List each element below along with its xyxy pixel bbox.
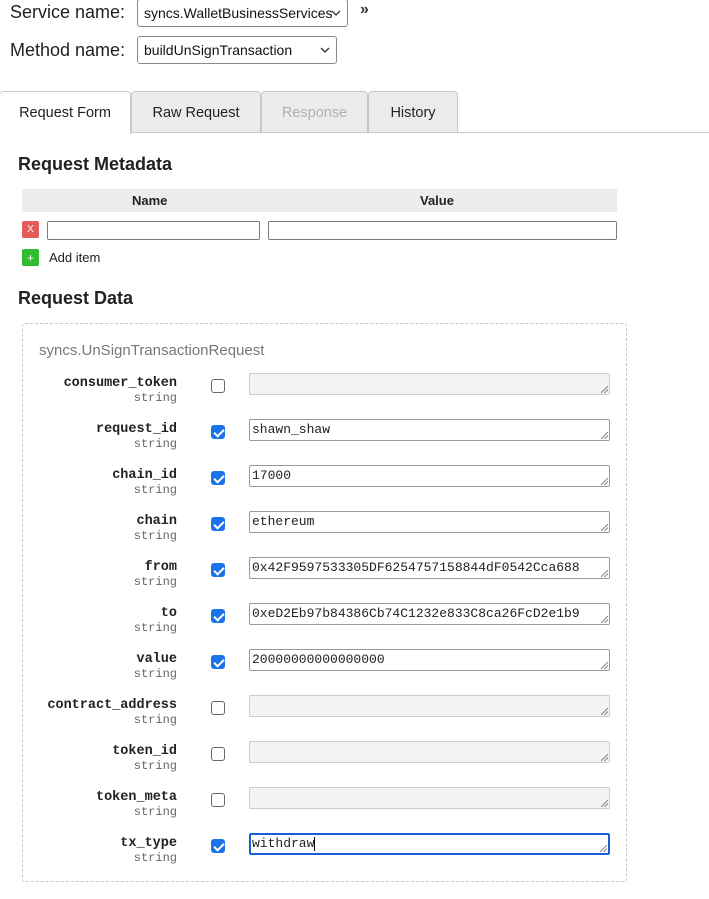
resize-grip-icon[interactable] xyxy=(601,708,608,715)
service-select[interactable]: syncs.WalletBusinessServices xyxy=(137,0,348,27)
field-row-from: from string 0x42F9597533305DF6254757158844… xyxy=(0,557,709,600)
field-type: string xyxy=(133,851,177,865)
field-value-text: 0xeD2Eb97b84386Cb74C1232e833C8ca26FcD2e1… xyxy=(252,606,580,621)
field-enable-checkbox[interactable] xyxy=(211,609,225,623)
field-row-tx-type: tx_type string withdraw xyxy=(0,833,709,876)
message-type-label: syncs.UnSignTransactionRequest xyxy=(39,342,265,359)
field-value-input[interactable]: 0x42F9597533305DF6254757158844dF0542Cca6… xyxy=(249,557,610,579)
field-value-text: 20000000000000000 xyxy=(252,652,385,667)
field-value-text: shawn_shaw xyxy=(252,422,331,437)
field-name: from xyxy=(144,560,177,575)
field-enable-checkbox[interactable] xyxy=(211,563,225,577)
field-value-text: withdraw xyxy=(252,836,315,851)
tab-history[interactable]: History xyxy=(368,91,458,133)
field-enable-checkbox[interactable] xyxy=(211,747,225,761)
tab-raw-request[interactable]: Raw Request xyxy=(131,91,261,133)
field-row-consumer-token: consumer_token string xyxy=(0,373,709,416)
request-metadata-title: Request Metadata xyxy=(18,154,173,174)
metadata-col-value: Value xyxy=(420,193,454,208)
resize-grip-icon[interactable] xyxy=(601,570,608,577)
field-value-input[interactable] xyxy=(249,787,610,809)
expand-icon[interactable]: » xyxy=(360,1,369,19)
field-value-input[interactable] xyxy=(249,695,610,717)
resize-grip-icon[interactable] xyxy=(601,662,608,669)
tab-response: Response xyxy=(261,91,368,133)
method-select-value: buildUnSignTransaction xyxy=(144,42,293,58)
resize-grip-icon[interactable] xyxy=(601,754,608,761)
field-row-to: to string 0xeD2Eb97b84386Cb74C1232e833C8ca… xyxy=(0,603,709,646)
field-type: string xyxy=(133,713,177,727)
field-name: token_meta xyxy=(95,790,177,805)
field-value-input[interactable] xyxy=(249,373,610,395)
field-value-input[interactable] xyxy=(249,741,610,763)
field-name: request_id xyxy=(95,422,177,437)
field-enable-checkbox[interactable] xyxy=(211,839,225,853)
field-type: string xyxy=(133,575,177,589)
remove-metadata-button[interactable]: X xyxy=(22,221,39,238)
resize-grip-icon[interactable] xyxy=(601,800,608,807)
field-name: chain xyxy=(136,514,177,529)
field-name: consumer_token xyxy=(63,376,177,391)
field-type: string xyxy=(133,621,177,635)
field-name: token_id xyxy=(112,744,177,759)
field-value-input[interactable]: 17000 xyxy=(249,465,610,487)
metadata-col-name: Name xyxy=(132,193,168,208)
resize-grip-icon[interactable] xyxy=(601,616,608,623)
metadata-value-input[interactable] xyxy=(268,221,617,240)
resize-grip-icon[interactable] xyxy=(601,386,608,393)
field-name: to xyxy=(160,606,177,621)
chevron-down-icon xyxy=(318,37,332,63)
field-type: string xyxy=(133,759,177,773)
field-value-input[interactable]: ethereum xyxy=(249,511,610,533)
field-name: tx_type xyxy=(120,836,177,851)
field-name: value xyxy=(136,652,177,667)
field-enable-checkbox[interactable] xyxy=(211,425,225,439)
method-name-label: Method name: xyxy=(10,40,126,60)
field-row-value: value string 20000000000000000 xyxy=(0,649,709,692)
field-type: string xyxy=(133,483,177,497)
field-type: string xyxy=(133,391,177,405)
field-type: string xyxy=(133,667,177,681)
text-caret xyxy=(314,836,316,851)
field-row-chain: chain string ethereum xyxy=(0,511,709,554)
field-row-token-id: token_id string xyxy=(0,741,709,784)
field-value-text: 0x42F9597533305DF6254757158844dF0542Cca6… xyxy=(252,560,580,575)
add-item-label: Add item xyxy=(49,250,101,265)
field-row-chain-id: chain_id string 17000 xyxy=(0,465,709,508)
field-name: chain_id xyxy=(112,468,177,483)
field-name: contract_address xyxy=(47,698,177,713)
field-value-text: ethereum xyxy=(252,514,315,529)
field-row-token-meta: token_meta string xyxy=(0,787,709,830)
tab-bar: Request Form Raw Request Response Histor… xyxy=(0,91,709,134)
field-value-input[interactable]: 20000000000000000 xyxy=(249,649,610,671)
resize-grip-icon[interactable] xyxy=(601,524,608,531)
request-data-title: Request Data xyxy=(18,288,134,308)
field-row-contract-address: contract_address string xyxy=(0,695,709,738)
field-value-input[interactable]: withdraw xyxy=(249,833,610,855)
field-value-input[interactable]: 0xeD2Eb97b84386Cb74C1232e833C8ca26FcD2e1… xyxy=(249,603,610,625)
field-type: string xyxy=(133,805,177,819)
service-select-value: syncs.WalletBusinessServices xyxy=(144,5,333,21)
chevron-down-icon xyxy=(329,0,343,26)
method-select[interactable]: buildUnSignTransaction xyxy=(137,36,337,64)
field-type: string xyxy=(133,437,177,451)
field-enable-checkbox[interactable] xyxy=(211,793,225,807)
tab-request-form[interactable]: Request Form xyxy=(0,91,131,134)
resize-grip-icon[interactable] xyxy=(601,478,608,485)
field-enable-checkbox[interactable] xyxy=(211,471,225,485)
metadata-name-input[interactable] xyxy=(47,221,260,240)
field-type: string xyxy=(133,529,177,543)
service-name-label: Service name: xyxy=(10,2,126,22)
resize-grip-icon[interactable] xyxy=(601,432,608,439)
field-enable-checkbox[interactable] xyxy=(211,379,225,393)
field-enable-checkbox[interactable] xyxy=(211,701,225,715)
field-value-input[interactable]: shawn_shaw xyxy=(249,419,610,441)
field-enable-checkbox[interactable] xyxy=(211,655,225,669)
resize-grip-icon[interactable] xyxy=(600,845,607,852)
field-value-text: 17000 xyxy=(252,468,292,483)
add-metadata-button[interactable]: + xyxy=(22,249,39,266)
field-enable-checkbox[interactable] xyxy=(211,517,225,531)
field-row-request-id: request_id string shawn_shaw xyxy=(0,419,709,462)
metadata-table-header: Name Value xyxy=(22,189,617,212)
